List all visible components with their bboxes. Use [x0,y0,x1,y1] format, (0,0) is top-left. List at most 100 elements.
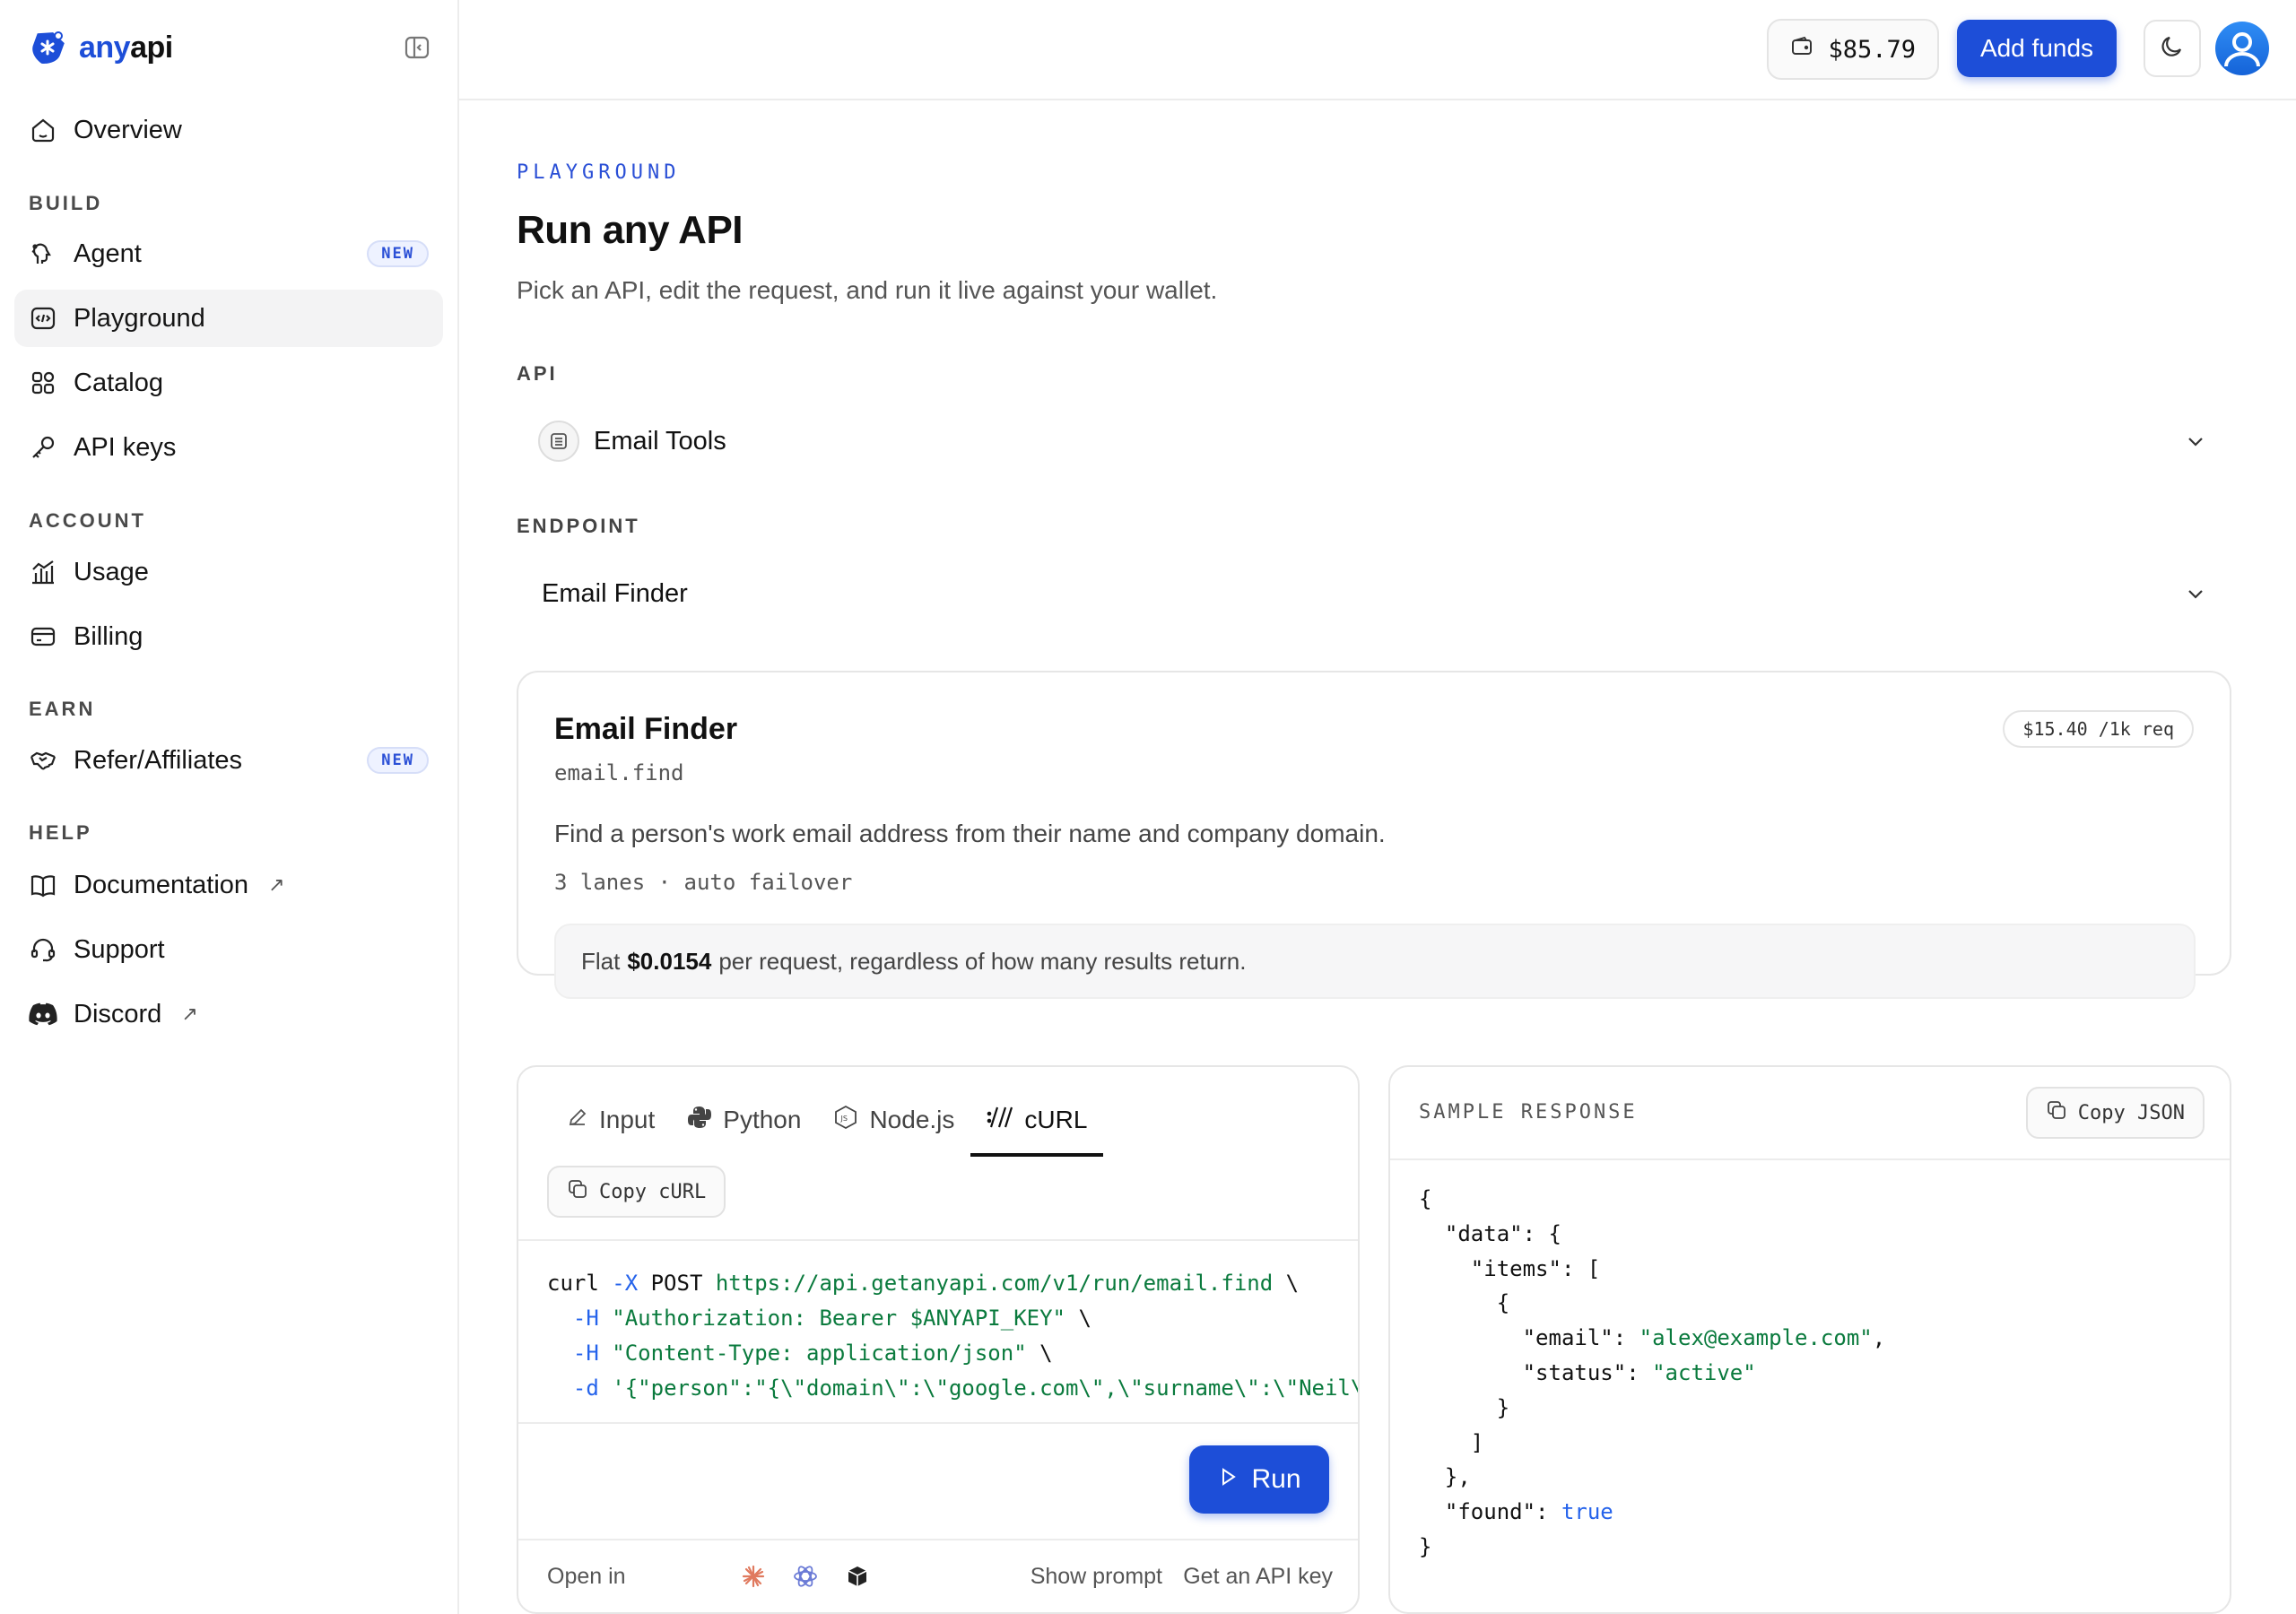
sidebar-item-label: Billing [74,621,144,651]
sidebar-item-label: Refer/Affiliates [74,745,243,775]
endpoint-label: ENDPOINT [517,515,640,537]
wallet-icon [1790,35,1813,65]
copy-label: Copy cURL [599,1180,707,1203]
playground-icon [29,304,57,333]
pricing-note-price: $0.0154 [627,947,712,975]
endpoint-select-value: Email Finder [542,578,688,608]
copy-curl-button[interactable]: Copy cURL [547,1166,726,1218]
sidebar-item-catalog[interactable]: Catalog [14,354,443,412]
headset-icon [29,935,57,964]
api-select[interactable]: Email Tools [517,405,2231,477]
sidebar-item-label: Overview [74,115,182,144]
sidebar-item-label: Agent [74,239,142,268]
agent-icon [29,239,57,268]
tab-input[interactable]: Input [551,1089,671,1151]
sidebar: anyapi Overview BUILD Agent NEW Playgrou… [0,0,459,1614]
sidebar-item-refer-affiliates[interactable]: Refer/Affiliates NEW [14,732,443,789]
sidebar-collapse-icon[interactable] [402,32,432,63]
tab-label: Node.js [869,1106,955,1133]
show-prompt-link[interactable]: Show prompt [1031,1564,1162,1590]
endpoint-select[interactable]: Email Finder [517,558,2231,629]
sample-response-title: SAMPLE RESPONSE [1419,1101,1638,1124]
sample-response-panel: SAMPLE RESPONSE Copy JSON { "data": { "i… [1388,1065,2231,1614]
svg-text:JS: JS [840,1115,848,1123]
sample-response-header: SAMPLE RESPONSE Copy JSON [1390,1067,2230,1160]
sidebar-item-usage[interactable]: Usage [14,543,443,601]
play-icon [1217,1464,1239,1495]
python-icon [687,1105,712,1136]
moon-icon [2159,33,2186,65]
code-panel: Input Python JS Node.js cURL Copy cURL c… [517,1065,1360,1614]
endpoint-title: Email Finder [554,712,738,746]
nodejs-icon: JS [833,1105,858,1136]
sidebar-item-support[interactable]: Support [14,921,443,978]
sidebar-item-label: Catalog [74,368,163,397]
new-badge: NEW [367,747,429,774]
copy-label: Copy JSON [2077,1101,2185,1124]
run-label: Run [1251,1464,1301,1494]
usage-icon [29,558,57,586]
sidebar-item-api-keys[interactable]: API keys [14,419,443,476]
code-tabs: Input Python JS Node.js cURL [551,1089,1104,1157]
page-title: Run any API [517,208,744,252]
api-label: API [517,362,558,385]
credit-card-icon [29,622,57,651]
copy-icon [2046,1099,2067,1126]
claude-icon[interactable] [741,1564,766,1589]
pricing-note-suffix: per request, regardless of how many resu… [718,947,1247,975]
page-eyebrow: PLAYGROUND [517,161,681,184]
theme-toggle-button[interactable] [2144,20,2201,77]
tab-label: Input [599,1106,656,1133]
price-pill: $15.40 /1k req [2003,710,2194,748]
curl-icon [987,1105,1013,1136]
curl-code-block[interactable]: curl -X POST https://api.getanyapi.com/v… [518,1239,1358,1424]
tab-curl[interactable]: cURL [970,1089,1104,1157]
topbar: $85.79 Add funds [459,0,2296,100]
section-earn: EARN [29,698,96,720]
sidebar-item-overview[interactable]: Overview [14,101,443,159]
copy-json-button[interactable]: Copy JSON [2025,1087,2205,1139]
new-badge: NEW [367,240,429,267]
code-footer: Open in Show prompt Get an API key [518,1539,1358,1612]
external-link-icon: ↗ [268,873,285,896]
json-response[interactable]: { "data": { "items": [ { "email": "alex@… [1419,1182,1885,1565]
brand[interactable]: anyapi [29,25,173,70]
sidebar-item-label: Support [74,934,165,964]
page-subtitle: Pick an API, edit the request, and run i… [517,276,1218,304]
tab-python[interactable]: Python [671,1089,817,1151]
section-help: HELP [29,821,92,844]
tab-nodejs[interactable]: JS Node.js [817,1089,970,1151]
section-account: ACCOUNT [29,509,146,532]
sidebar-item-label: Discord [74,999,162,1028]
sidebar-item-discord[interactable]: Discord ↗ [14,985,443,1043]
home-icon [29,116,57,144]
key-icon [29,433,57,462]
sidebar-item-documentation[interactable]: Documentation ↗ [14,856,443,914]
sidebar-item-label: Playground [74,303,205,333]
cube-icon[interactable] [845,1564,870,1589]
get-api-key-link[interactable]: Get an API key [1183,1564,1333,1590]
book-icon [29,871,57,899]
endpoint-description: Find a person's work email address from … [554,820,1386,847]
sidebar-item-playground[interactable]: Playground [14,290,443,347]
grid-icon [29,369,57,397]
balance-amount: $85.79 [1828,35,1916,64]
endpoint-lanes: 3 lanes · auto failover [554,870,853,895]
brand-name: anyapi [79,30,173,65]
sidebar-item-agent[interactable]: Agent NEW [14,225,443,282]
sidebar-item-label: Documentation [74,870,249,899]
run-button[interactable]: Run [1189,1445,1329,1514]
tab-label: cURL [1024,1106,1088,1133]
add-funds-button[interactable]: Add funds [1957,20,2117,77]
chevron-down-icon [2181,579,2210,612]
avatar[interactable] [2215,22,2269,75]
discord-icon [29,1000,57,1028]
wallet-balance[interactable]: $85.79 [1767,19,1939,80]
open-in-label: Open in [547,1564,626,1589]
chatgpt-icon[interactable] [793,1564,818,1589]
sidebar-item-billing[interactable]: Billing [14,608,443,665]
email-tools-icon [538,421,579,462]
api-select-value: Email Tools [594,426,726,456]
copy-icon [567,1178,588,1205]
sidebar-item-label: API keys [74,432,177,462]
